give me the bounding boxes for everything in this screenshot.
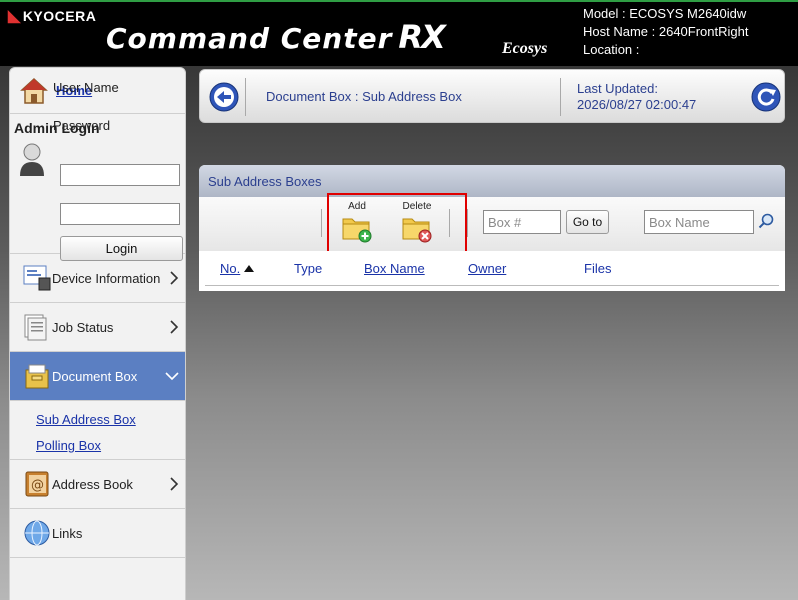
chevron-right-icon (170, 477, 179, 491)
home-icon (20, 77, 48, 104)
svg-text:@: @ (31, 478, 44, 493)
ecosys-logo: Ecosys (502, 40, 548, 57)
last-updated-value: 2026/08/27 02:00:47 (577, 97, 697, 112)
back-arrow-icon[interactable] (209, 82, 239, 112)
box-number-input[interactable] (483, 210, 561, 234)
password-input[interactable] (60, 203, 180, 225)
user-icon (20, 143, 44, 176)
device-info-block: Model : ECOSYS M2640idw Host Name : 2640… (583, 5, 748, 59)
password-label: Password (53, 118, 111, 133)
sidebar-item-links[interactable]: Links (10, 509, 185, 558)
divider (245, 78, 246, 116)
divider (560, 78, 561, 116)
sidebar: Home Admin Login User Name Password Devi… (9, 67, 186, 600)
last-updated: Last Updated: 2026/08/27 02:00:47 (577, 81, 696, 113)
globe-icon (24, 520, 50, 546)
chevron-right-icon (170, 320, 179, 334)
chevron-right-icon (170, 271, 179, 285)
model-text: Model : ECOSYS M2640idw (583, 6, 747, 21)
kyocera-logo: ◣ KYOCERA (8, 8, 97, 25)
sort-ascending-icon (244, 265, 255, 272)
box-name-search-input[interactable] (644, 210, 754, 234)
location-text: Location : (583, 42, 640, 57)
last-updated-label: Last Updated: (577, 81, 658, 96)
divider (205, 285, 779, 286)
column-box-name[interactable]: Box Name (364, 261, 425, 276)
column-files: Files (584, 261, 612, 276)
sidebar-item-document-box[interactable]: Document Box (10, 352, 185, 401)
panel-toolbar: Add Delete Go to (199, 197, 785, 251)
login-button[interactable]: Login (60, 236, 183, 261)
polling-box-link[interactable]: Polling Box (36, 433, 185, 459)
goto-button[interactable]: Go to (566, 210, 609, 234)
chevron-down-icon (165, 372, 179, 381)
address-book-icon: @ (25, 471, 49, 497)
column-type: Type (294, 261, 323, 276)
kyocera-mark-icon: ◣ (8, 8, 21, 25)
document-box-icon (25, 364, 49, 389)
sidebar-item-device-information[interactable]: Device Information (10, 254, 185, 303)
sub-address-box-link[interactable]: Sub Address Box (36, 407, 185, 433)
divider (321, 209, 322, 237)
panel-title: Sub Address Boxes (199, 165, 785, 197)
sub-address-boxes-panel: Sub Address Boxes Add Delete Box # Go to… (199, 165, 785, 291)
sidebar-item-address-book[interactable]: @ Address Book (10, 460, 185, 509)
highlight-box (327, 193, 467, 253)
refresh-icon[interactable] (751, 82, 781, 112)
username-input[interactable] (60, 164, 180, 186)
username-label: User Name (53, 80, 119, 95)
table-header-row: No. Type Box Name Owner Files (199, 251, 785, 291)
document-box-submenu: Sub Address Box Polling Box (10, 401, 185, 460)
host-text: Host Name : 2640FrontRight (583, 24, 749, 39)
search-icon[interactable] (758, 213, 774, 229)
column-no[interactable]: No. (220, 261, 255, 276)
column-owner[interactable]: Owner (468, 261, 506, 276)
divider (467, 209, 468, 237)
device-information-icon (23, 265, 51, 291)
breadcrumb-bar: Document Box : Sub Address Box Last Upda… (199, 69, 785, 123)
top-header: ◣ KYOCERA Command Center RX Ecosys Model … (0, 0, 798, 66)
sidebar-item-job-status[interactable]: Job Status (10, 303, 185, 352)
job-status-icon (24, 314, 47, 341)
app-title: Command Center RX (106, 18, 446, 56)
breadcrumb: Document Box : Sub Address Box (266, 89, 462, 104)
